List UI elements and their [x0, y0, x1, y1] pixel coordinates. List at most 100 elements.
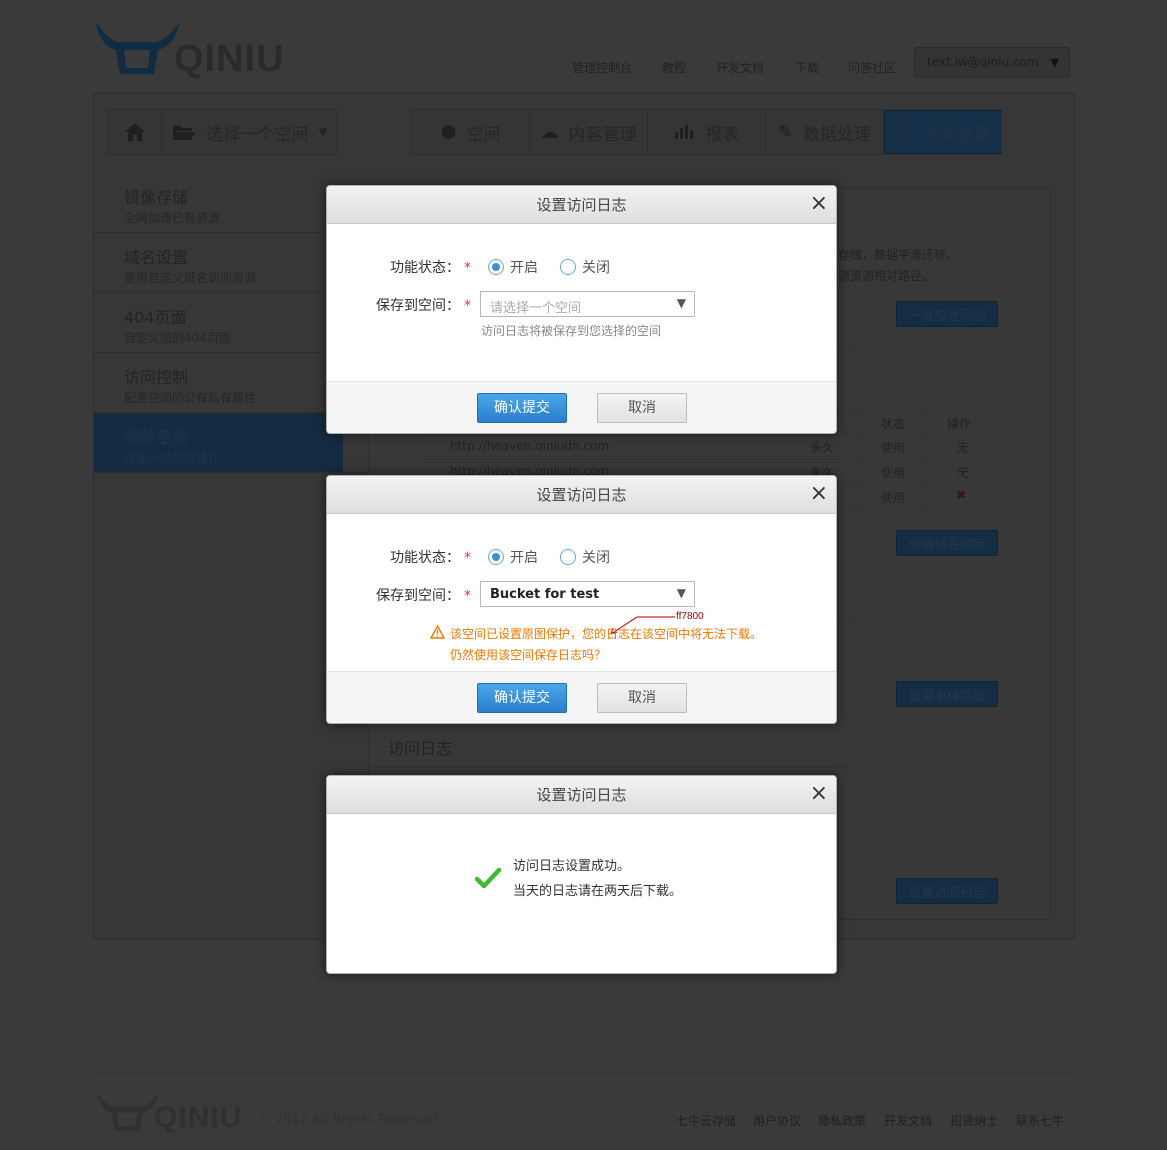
sidebar-item-mirror[interactable]: 镜像存储 全网加速已有资源: [94, 173, 343, 233]
nav-docs[interactable]: 开发文档: [716, 59, 764, 76]
delete-icon[interactable]: ✖: [956, 488, 966, 502]
bucket-select[interactable]: 请选择一个空间 ▼: [480, 291, 695, 317]
dialog-header: 设置访问日志 ×: [327, 476, 836, 514]
table-cell-type: 永久: [810, 441, 835, 455]
mirror-accelerate-button[interactable]: 一键加速网站: [896, 301, 998, 327]
access-log-title: 访问日志: [388, 739, 453, 758]
sidebar-item-404[interactable]: 404页面 自定义您的404页面: [94, 293, 343, 353]
radio-unchecked-icon: [560, 549, 576, 565]
nav-console[interactable]: 管理控制台: [572, 59, 632, 76]
sidebar-item-subtitle: 全网加速已有资源: [124, 211, 221, 225]
bucket-toolbar: 选择一个空间 ▼: [108, 109, 338, 155]
success-message: 访问日志设置成功。: [513, 859, 631, 874]
caret-down-icon: ▼: [676, 296, 686, 310]
dialog-header: 设置访问日志 ×: [327, 186, 836, 224]
sidebar-item-title: 访问控制: [124, 368, 189, 387]
bucket-select-label: 选择一个空间: [206, 124, 309, 145]
footer-logo-text: QINIU: [154, 1101, 243, 1134]
footer-logo[interactable]: QINIU: [94, 1087, 254, 1135]
sidebar-item-access-control[interactable]: 访问控制 配置空间的公有私有属性: [94, 353, 343, 413]
sidebar-item-domain[interactable]: 域名设置 使用自定义域名访问资源: [94, 233, 343, 293]
footer-link[interactable]: 用户协议: [753, 1112, 801, 1129]
user-menu[interactable]: text.lw@qiniu.com ▼: [914, 47, 1070, 78]
close-icon[interactable]: ×: [810, 186, 828, 222]
settings-sidebar: 镜像存储 全网加速已有资源 域名设置 使用自定义域名访问资源 404页面 自定义…: [94, 173, 343, 473]
close-icon[interactable]: ×: [810, 776, 828, 812]
gears-icon: ⚙: [896, 121, 913, 143]
table-header: 操作: [947, 417, 972, 431]
sidebar-item-title: 删除空间: [124, 428, 189, 447]
set-access-log-button[interactable]: 设置访问日志: [896, 878, 998, 904]
nav-download[interactable]: 下载: [795, 59, 819, 76]
table-cell-action: 无: [957, 441, 970, 455]
status-label: 功能状态： *: [390, 260, 471, 276]
sidebar-item-delete-bucket[interactable]: 删除空间 这是一个危险操作: [94, 413, 343, 473]
nav-community[interactable]: 问答社区: [848, 59, 896, 76]
radio-off[interactable]: 关闭: [560, 257, 610, 277]
pencil-icon: ✎: [777, 121, 794, 143]
tab-bucket-settings[interactable]: ⚙ 空间设置: [884, 110, 1002, 154]
radio-checked-icon: [488, 549, 504, 565]
confirm-button[interactable]: 确认提交: [477, 393, 567, 423]
nav-tutorial[interactable]: 教程: [662, 59, 686, 76]
table-cell-status: 使用: [881, 466, 906, 480]
cancel-button[interactable]: 取消: [597, 683, 687, 713]
footer-link[interactable]: 七牛云存储: [676, 1112, 736, 1129]
dialog-footer: 确认提交 取消: [327, 671, 836, 723]
home-button[interactable]: [109, 110, 162, 154]
sidebar-item-subtitle: 配置空间的公有私有属性: [124, 391, 257, 405]
bull-logo-icon: [96, 22, 180, 74]
select-value: Bucket for test: [490, 587, 600, 602]
copyright: © 2012 All Rights Reserved: [258, 1113, 439, 1128]
access-log-dialog-success: 设置访问日志 × 访问日志设置成功。 当天的日志请在两天后下载。: [326, 775, 837, 974]
radio-off[interactable]: 关闭: [560, 547, 610, 567]
radio-unchecked-icon: [560, 259, 576, 275]
tab-bucket[interactable]: ⬢ 空间: [412, 110, 530, 154]
sidebar-item-subtitle: 使用自定义域名访问资源: [124, 271, 257, 285]
table-cell-domain[interactable]: http://heaven.qiniudn.com: [450, 439, 609, 453]
table-cell-action: 无: [957, 466, 970, 480]
radio-on[interactable]: 开启: [488, 547, 538, 567]
bucket-select[interactable]: 选择一个空间 ▼: [162, 110, 338, 154]
tab-label: 数据处理: [803, 124, 872, 145]
cancel-button[interactable]: 取消: [597, 393, 687, 423]
footer-link[interactable]: 开发文档: [884, 1112, 932, 1129]
bucket-select[interactable]: Bucket for test ▼: [480, 581, 695, 607]
radio-on[interactable]: 开启: [488, 257, 538, 277]
logo-text: QINIU: [174, 38, 285, 80]
tab-reports[interactable]: 报表: [648, 110, 766, 154]
status-label: 功能状态： *: [390, 550, 471, 566]
caret-down-icon: ▼: [1050, 56, 1059, 69]
sidebar-item-subtitle: 这是一个危险操作: [124, 451, 221, 465]
footer-link[interactable]: 隐私政策: [818, 1112, 866, 1129]
user-email: text.lw@qiniu.com: [927, 55, 1039, 69]
sidebar-item-title: 域名设置: [124, 248, 189, 267]
tab-label: 内容管理: [568, 124, 637, 145]
save-to-bucket-label: 保存到空间： *: [376, 588, 471, 604]
confirm-button[interactable]: 确认提交: [477, 683, 567, 713]
bar-chart-icon: [674, 125, 693, 139]
access-log-dialog-empty: 设置访问日志 × 功能状态： * 开启 关闭 保存到空间： * 请选择一个空间 ▼ …: [326, 185, 837, 434]
footer-link[interactable]: 联系七牛: [1016, 1112, 1064, 1129]
footer-link[interactable]: 招贤纳士: [950, 1112, 998, 1129]
dialog-title: 设置访问日志: [536, 786, 627, 804]
tab-data-processing[interactable]: ✎ 数据处理: [766, 110, 884, 154]
divider: [368, 766, 1051, 767]
success-message: 当天的日志请在两天后下载。: [513, 884, 683, 899]
sidebar-item-title: 镜像存储: [124, 188, 189, 207]
warning-icon: [430, 625, 445, 639]
set-404-button[interactable]: 设置404页面: [896, 681, 998, 707]
dialog-footer: 确认提交 取消: [327, 381, 836, 433]
tab-content-management[interactable]: ☁ 内容管理: [530, 110, 648, 154]
table-cell-status: 使用: [881, 491, 906, 505]
mirror-description: 存储，数据平滑迁移。: [838, 248, 959, 262]
close-icon[interactable]: ×: [810, 476, 828, 512]
bull-logo-icon: [96, 1091, 160, 1131]
home-icon: [125, 123, 145, 141]
radio-label: 开启: [510, 260, 538, 276]
warning-text: 该空间已设置原图保护，您的日志在该空间中将无法下载。: [450, 627, 763, 641]
select-hint: 访问日志将被保存到您选择的空间: [481, 324, 662, 338]
apply-domain-button[interactable]: 申请域名绑定: [896, 530, 998, 556]
caret-down-icon: ▼: [318, 125, 328, 139]
qiniu-logo[interactable]: QINIU: [94, 16, 284, 80]
